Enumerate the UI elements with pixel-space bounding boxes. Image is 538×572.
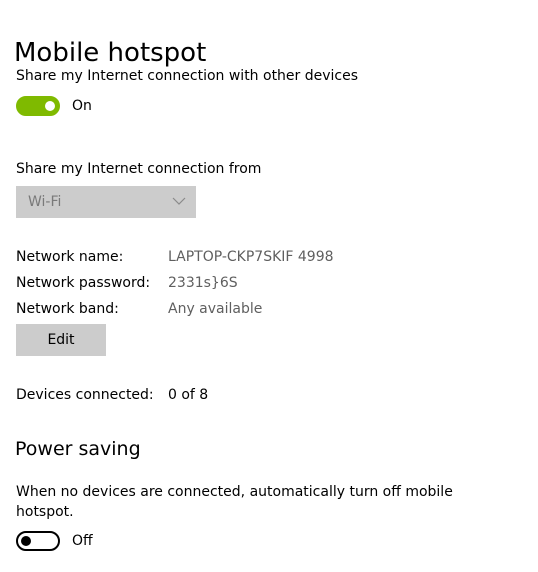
power-saving-toggle-state: Off (72, 533, 93, 549)
toggle-knob (21, 536, 31, 546)
network-name-value: LAPTOP-CKP7SKIF 4998 (168, 249, 334, 265)
devices-connected-value: 0 of 8 (168, 387, 209, 403)
share-connection-toggle[interactable] (16, 96, 60, 116)
network-password-label: Network password: (16, 275, 151, 291)
toggle-knob (45, 101, 55, 111)
power-saving-description: When no devices are connected, automatic… (16, 484, 453, 520)
share-connection-label: Share my Internet connection with other … (16, 68, 359, 84)
devices-connected-label: Devices connected: (16, 387, 154, 403)
network-band-label: Network band: (16, 301, 119, 317)
chevron-down-icon (172, 197, 186, 205)
share-from-dropdown[interactable]: Wi-Fi (16, 186, 196, 218)
network-band-value: Any available (168, 301, 263, 317)
edit-button[interactable]: Edit (16, 324, 106, 356)
share-connection-toggle-state: On (72, 98, 92, 114)
network-password-value: 2331s}6S (168, 275, 238, 291)
share-from-label: Share my Internet connection from (16, 161, 262, 177)
power-saving-toggle[interactable] (16, 531, 60, 551)
network-name-label: Network name: (16, 249, 124, 265)
power-saving-title: Power saving (15, 438, 141, 460)
share-from-selected-value: Wi-Fi (28, 194, 62, 210)
